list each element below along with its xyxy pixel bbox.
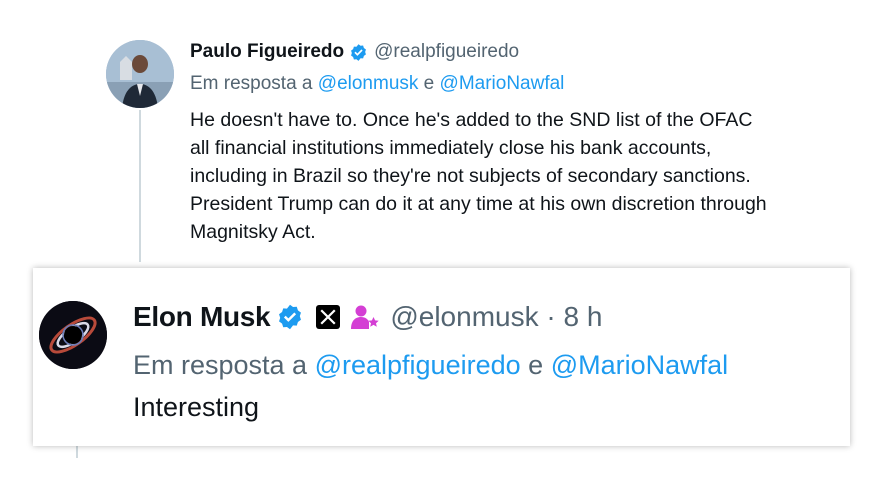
reply-mention-link[interactable]: @elonmusk [318,73,419,94]
verified-badge-icon[interactable] [276,303,304,331]
x-affiliate-icon[interactable] [316,305,341,329]
reply-prefix: Em resposta a [133,350,308,380]
tweet-elon-musk: Elon Musk @elonmusk · 8 h Em resposta a … [33,268,850,446]
author-handle[interactable]: @realpfigueiredo [374,41,519,63]
timestamp[interactable]: 8 h [563,301,602,332]
reply-mention-link[interactable]: @realpfigueiredo [315,350,521,380]
blackhole-avatar-icon [39,301,107,369]
reply-mention-link[interactable]: @MarioNawfal [440,73,565,94]
tweet-text: He doesn't have to. Once he's added to t… [190,109,767,243]
person-star-icon [351,305,380,329]
reply-context: Em resposta a @realpfigueiredo e @MarioN… [133,350,728,381]
tweet-header: Elon Musk @elonmusk · 8 h [133,298,602,336]
reply-context: Em resposta a @elonmusk e @MarioNawfal [190,73,564,95]
avatar[interactable] [106,40,174,108]
tweet-text: Interesting [133,392,260,422]
author-name[interactable]: Elon Musk [133,301,271,333]
avatar-photo-icon [106,40,174,108]
handle-text[interactable]: @elonmusk [390,301,538,332]
tweet-header: Paulo Figueiredo @realpfigueiredo [190,40,519,64]
reply-joiner: e [528,350,544,380]
reply-joiner: e [423,73,435,94]
tweet-paulo-figueiredo: Paulo Figueiredo @realpfigueiredo Em res… [0,0,880,262]
author-name[interactable]: Paulo Figueiredo [190,41,344,63]
reply-prefix: Em resposta a [190,73,313,94]
author-handle: @elonmusk · 8 h [390,301,602,333]
meta-separator: · [546,301,556,332]
verified-badge-icon[interactable] [349,43,368,62]
avatar[interactable] [39,301,107,369]
reply-mention-link[interactable]: @MarioNawfal [551,350,728,380]
